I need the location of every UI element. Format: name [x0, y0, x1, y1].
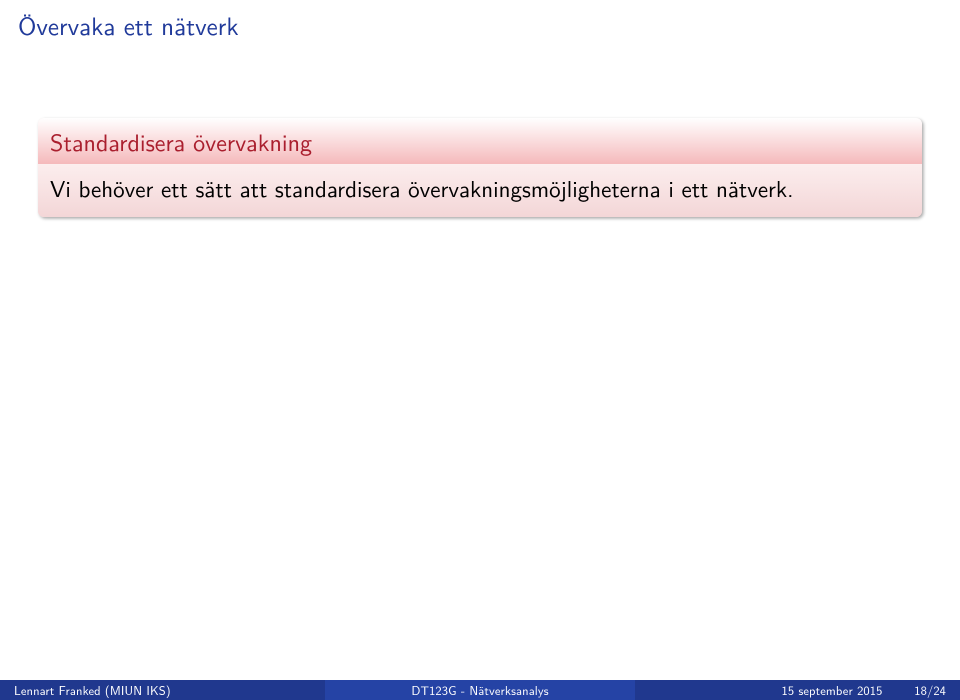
content-area: Standardisera övervakning Vi behöver ett… [38, 118, 922, 217]
footer-gap [882, 681, 914, 699]
footer-date: 15 september 2015 [782, 681, 883, 699]
slide: Övervaka ett nätverk Standardisera överv… [0, 0, 960, 700]
block-body: Vi behöver ett sätt att standardisera öv… [38, 164, 922, 217]
alert-block: Standardisera övervakning Vi behöver ett… [38, 118, 922, 217]
footer-page-total: 24 [933, 681, 946, 699]
slide-title: Övervaka ett nätverk [0, 0, 960, 43]
footer-course: DT123G - Nätverksanalys [325, 680, 636, 700]
footer-right: 15 september 2015 18 / 24 [635, 680, 960, 700]
footer: Lennart Franked (MIUN IKS) DT123G - Nätv… [0, 680, 960, 700]
block-title: Standardisera övervakning [38, 118, 922, 164]
footer-page-current: 18 [914, 681, 927, 699]
footer-author: Lennart Franked (MIUN IKS) [0, 680, 325, 700]
